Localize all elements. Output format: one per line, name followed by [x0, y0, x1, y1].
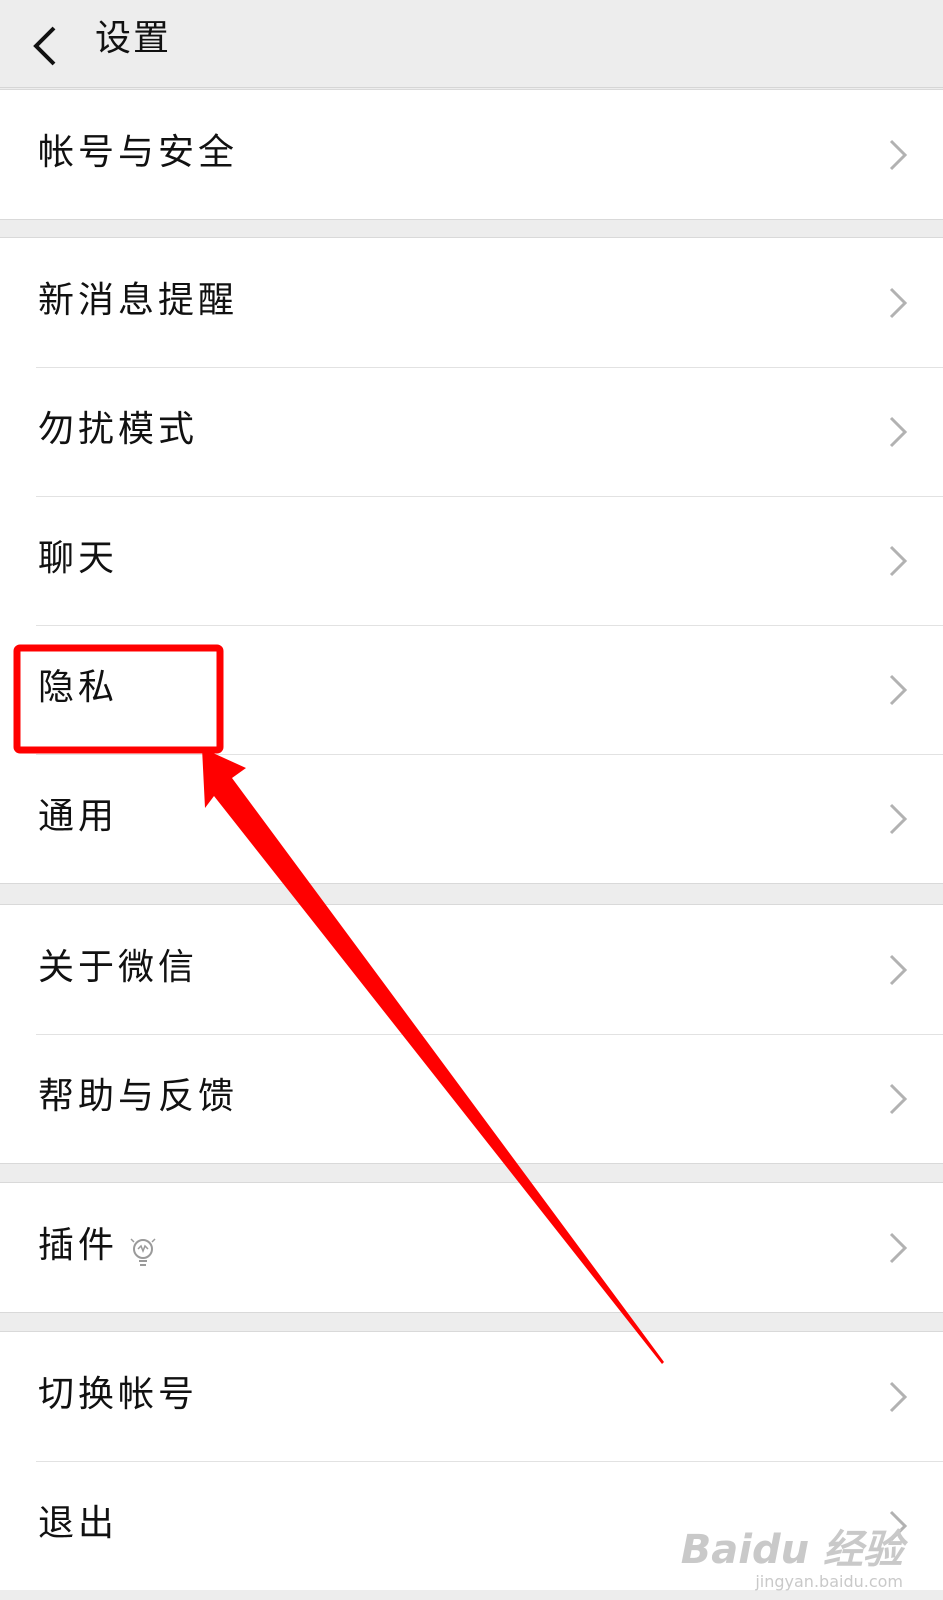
watermark-url: jingyan.baidu.com [755, 1572, 903, 1591]
settings-item-label: 通用 [38, 796, 119, 837]
settings-item-label: 隐私 [38, 667, 119, 708]
settings-item-chat[interactable]: 聊天 [0, 496, 943, 625]
settings-item-plugins[interactable]: 插件 [0, 1183, 943, 1312]
settings-item-general[interactable]: 通用 [0, 754, 943, 883]
settings-group-plugins: 插件 [0, 1182, 943, 1313]
page-title: 设置 [95, 18, 172, 59]
settings-group-general: 新消息提醒 勿扰模式 聊天 隐私 通用 [0, 237, 943, 884]
back-arrow-icon [33, 26, 56, 66]
settings-item-label: 切换帐号 [38, 1374, 199, 1415]
settings-item-help-feedback[interactable]: 帮助与反馈 [0, 1034, 943, 1163]
settings-item-label: 新消息提醒 [38, 280, 239, 321]
chevron-right-icon [889, 545, 908, 577]
settings-group-about: 关于微信 帮助与反馈 [0, 904, 943, 1164]
chevron-right-icon [889, 139, 908, 171]
settings-item-about-wechat[interactable]: 关于微信 [0, 905, 943, 1034]
back-button[interactable] [22, 12, 72, 76]
settings-item-label: 勿扰模式 [38, 409, 199, 450]
settings-item-label: 帮助与反馈 [38, 1076, 239, 1117]
chevron-right-icon [889, 1381, 908, 1413]
settings-item-privacy[interactable]: 隐私 [0, 625, 943, 754]
settings-item-switch-account[interactable]: 切换帐号 [0, 1332, 943, 1461]
lightbulb-icon [130, 1238, 156, 1266]
header-bar: 设置 [0, 0, 943, 88]
settings-item-new-message-notifications[interactable]: 新消息提醒 [0, 238, 943, 367]
settings-item-account-security[interactable]: 帐号与安全 [0, 90, 943, 219]
chevron-right-icon [889, 416, 908, 448]
settings-item-label: 退出 [38, 1503, 119, 1544]
chevron-right-icon [889, 803, 908, 835]
chevron-right-icon [889, 954, 908, 986]
chevron-right-icon [889, 1083, 908, 1115]
settings-item-label: 帐号与安全 [38, 132, 239, 173]
watermark-brand: Baidu 经验 [680, 1527, 903, 1573]
watermark: Baidu 经验 jingyan.baidu.com [681, 1528, 903, 1592]
chevron-right-icon [889, 674, 908, 706]
chevron-right-icon [889, 287, 908, 319]
settings-item-label: 关于微信 [38, 947, 199, 988]
settings-item-label: 插件 [38, 1225, 119, 1266]
settings-item-do-not-disturb[interactable]: 勿扰模式 [0, 367, 943, 496]
chevron-right-icon [889, 1232, 908, 1264]
settings-item-label: 聊天 [38, 538, 119, 579]
settings-group-account: 帐号与安全 [0, 89, 943, 220]
